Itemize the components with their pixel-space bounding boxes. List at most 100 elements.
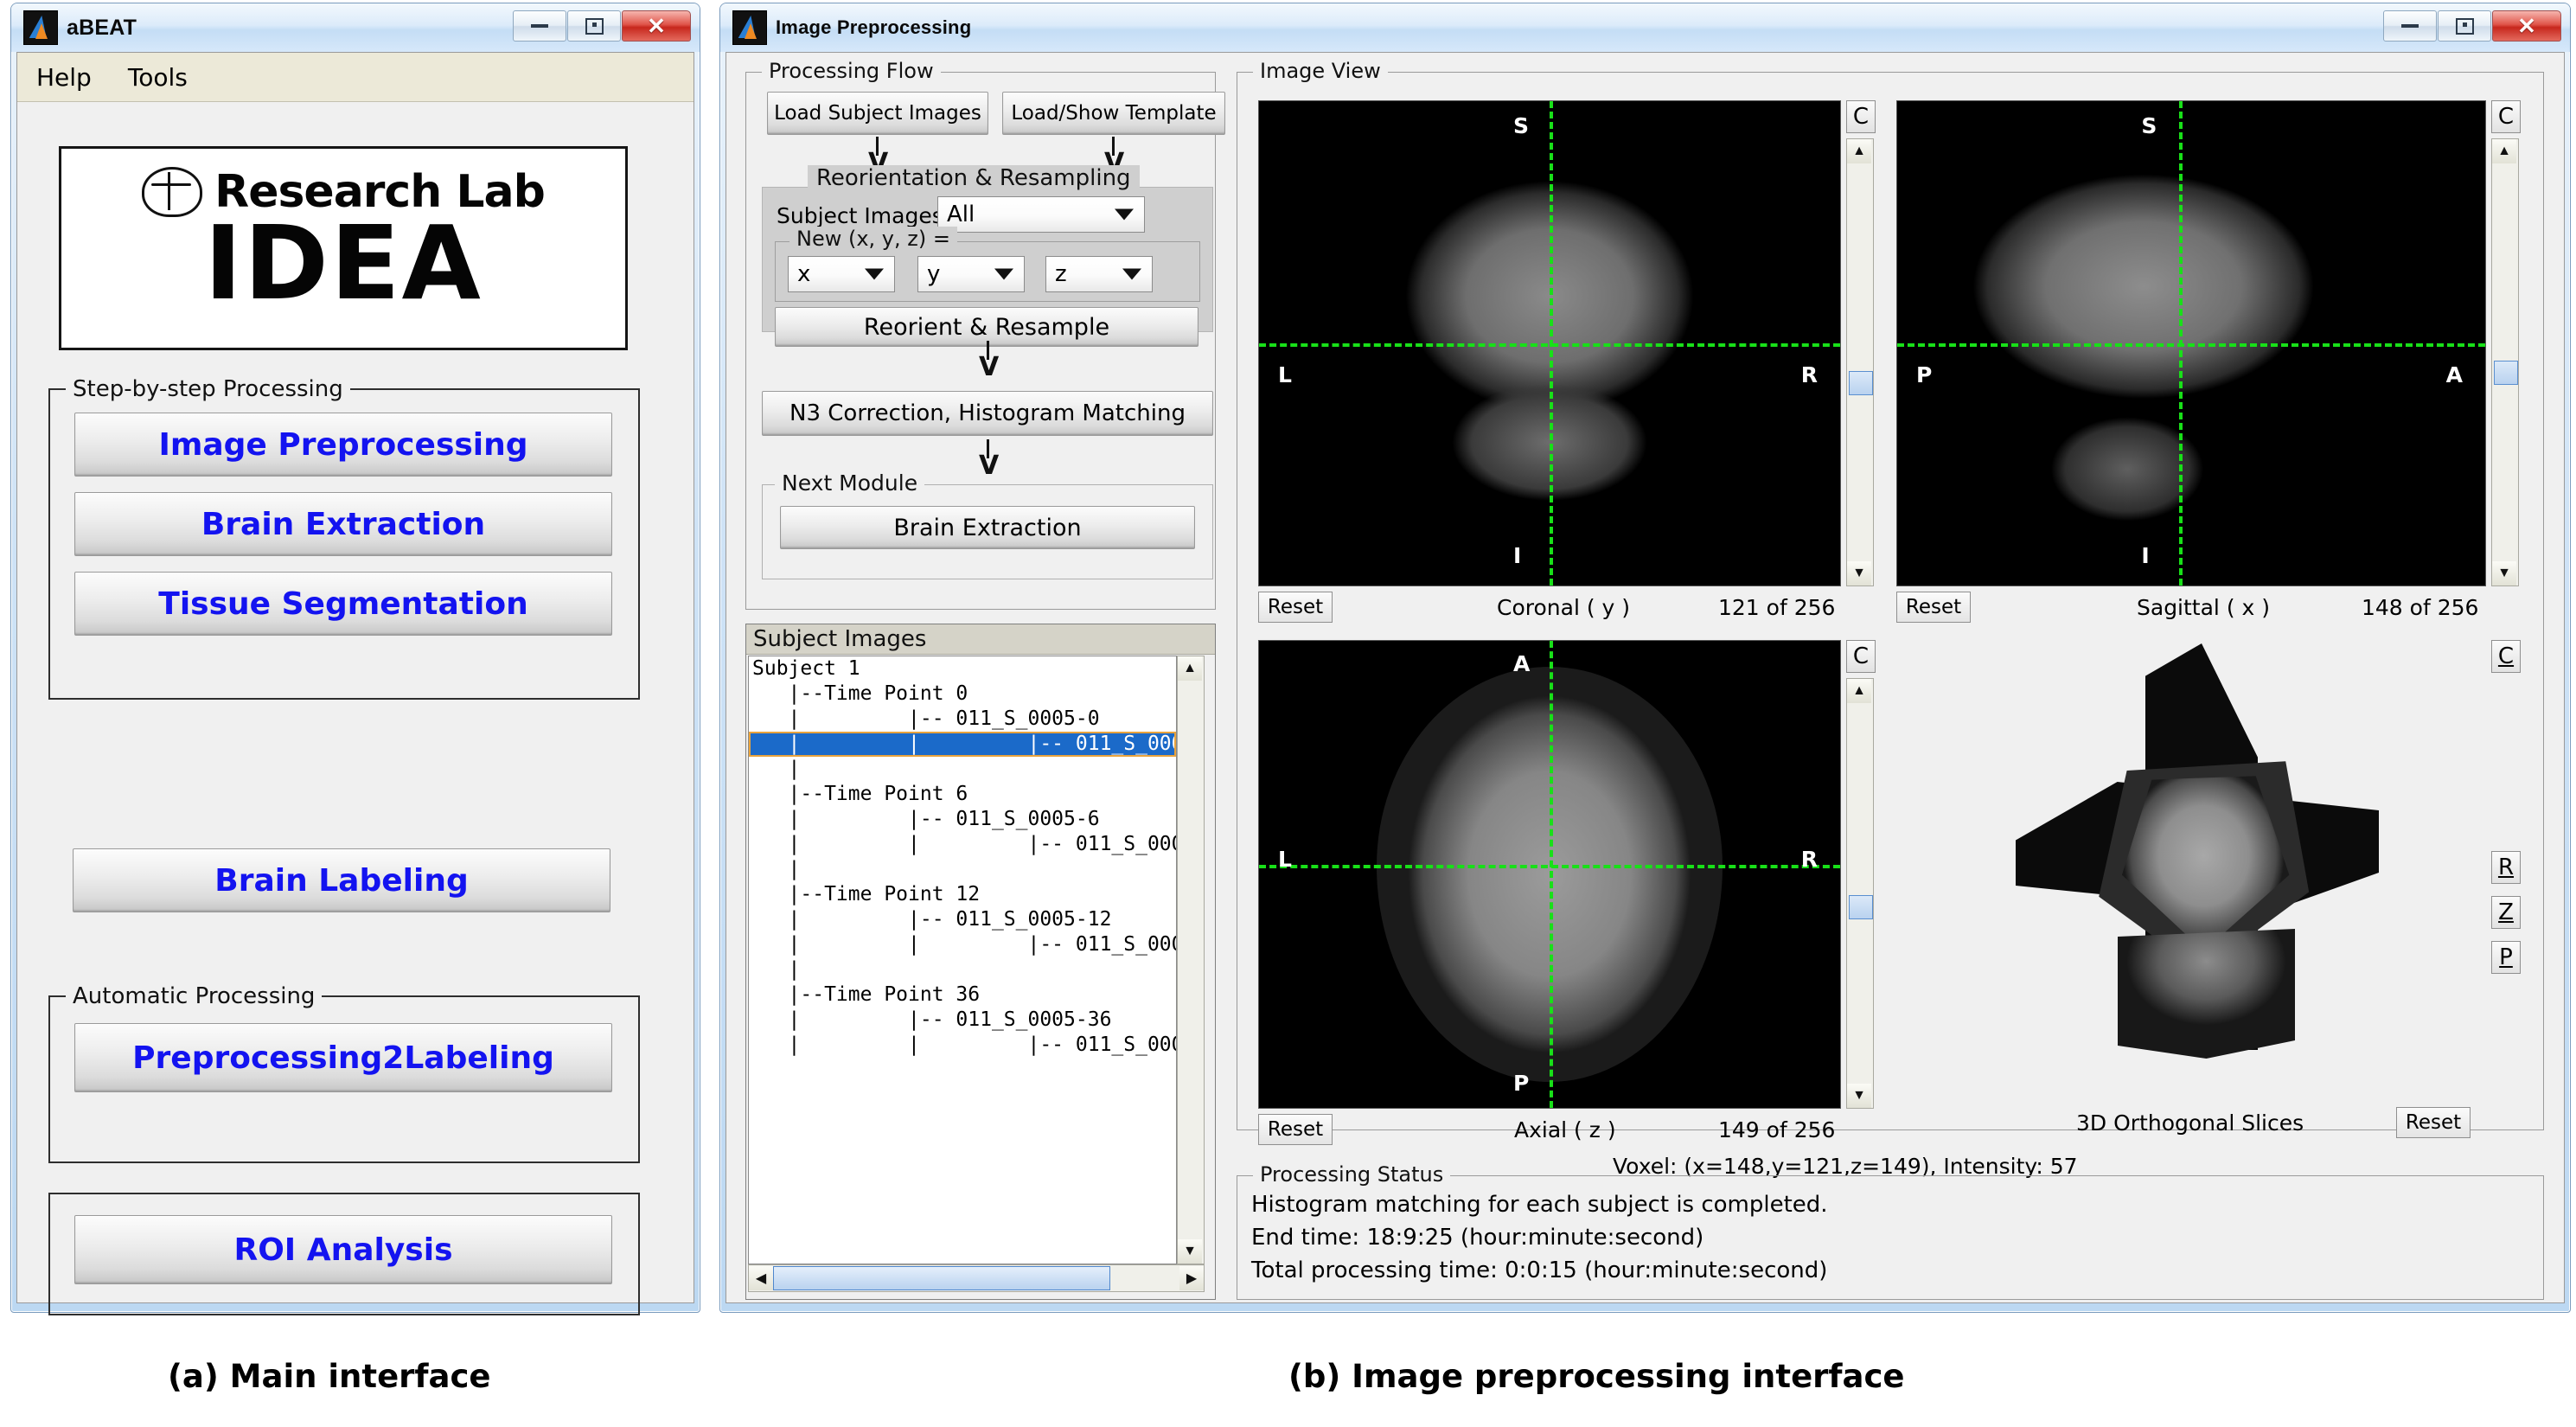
reorientation-panel: Reorientation & Resampling Subject Image…	[762, 165, 1213, 347]
close-button[interactable]: ✕	[622, 10, 691, 42]
menu-item-help[interactable]: Help	[36, 63, 92, 92]
window-controls: ✕	[512, 10, 691, 42]
brain-icon	[142, 167, 203, 217]
coronal-slice-index: 121 of 256	[1718, 595, 1836, 620]
scroll-up-arrow-icon[interactable]: ▲	[2492, 139, 2516, 163]
orthogonal-z-button[interactable]: Z	[2491, 896, 2521, 929]
subject-list-hscrollbar[interactable]: ◀ ▶	[748, 1264, 1205, 1292]
main-window-body: Help Tools Research Lab IDEA Step-by-ste…	[16, 52, 694, 1315]
coronal-crosshair-horizontal	[1259, 343, 1840, 347]
image-preprocessing-button[interactable]: Image Preprocessing	[74, 413, 612, 477]
subject-images-list[interactable]: Subject 1 |--Time Point 0 | |-- 011_S_00…	[748, 656, 1177, 1264]
orthogonal-reset-button[interactable]: Reset	[2396, 1107, 2471, 1138]
minimize-button[interactable]	[2383, 10, 2437, 42]
coronal-slider-thumb[interactable]	[1849, 371, 1873, 395]
axial-slider[interactable]: ▲ ▼	[1846, 678, 1874, 1109]
scroll-down-arrow-icon[interactable]: ▼	[2492, 561, 2516, 586]
sagittal-label: Sagittal ( x )	[2137, 595, 2271, 620]
axial-image[interactable]: A L R P	[1258, 640, 1841, 1109]
image-view-legend: Image View	[1253, 59, 1388, 83]
subject-list-item[interactable]: | | |-- 011_S_0005-12-reorie	[749, 932, 1176, 957]
sagittal-brain-render	[1964, 145, 2371, 561]
scroll-left-arrow-icon[interactable]: ◀	[749, 1266, 773, 1290]
load-subject-images-button[interactable]: Load Subject Images	[767, 92, 988, 135]
load-show-template-button[interactable]: Load/Show Template	[1002, 92, 1225, 135]
close-button[interactable]: ✕	[2492, 10, 2561, 42]
axis-z-select[interactable]: z	[1045, 256, 1153, 292]
scroll-right-arrow-icon[interactable]: ▶	[1179, 1266, 1204, 1290]
orientation-top: S	[2141, 113, 2157, 138]
n3-correction-button[interactable]: N3 Correction, Histogram Matching	[762, 391, 1213, 436]
orthogonal-label: 3D Orthogonal Slices	[2076, 1110, 2304, 1136]
subject-images-select[interactable]: All	[937, 196, 1145, 233]
axial-slider-thumb[interactable]	[1849, 895, 1873, 919]
orthogonal-c-button[interactable]: C	[2491, 640, 2521, 673]
coronal-slider[interactable]: ▲ ▼	[1846, 138, 1874, 586]
caption-a: (a) Main interface	[168, 1358, 491, 1395]
subject-list-item[interactable]: | | |-- 011_S_0005-6-reorien	[749, 832, 1176, 857]
orientation-top: A	[1513, 651, 1531, 676]
coronal-reset-button[interactable]: Reset	[1258, 592, 1333, 623]
orientation-right: R	[1800, 846, 1818, 872]
sagittal-slider-thumb[interactable]	[2494, 361, 2518, 385]
hscroll-thumb[interactable]	[773, 1266, 1110, 1290]
subject-list-item[interactable]: | | |-- 011_S_0005-0-reorien	[749, 732, 1176, 757]
scroll-up-arrow-icon[interactable]: ▲	[1847, 679, 1871, 703]
coronal-image[interactable]: S L R I	[1258, 100, 1841, 586]
subject-list-item[interactable]: |--Time Point 12	[749, 882, 1176, 907]
roi-analysis-button[interactable]: ROI Analysis	[74, 1215, 612, 1284]
orientation-right: R	[1800, 362, 1818, 387]
orthogonal-r-button[interactable]: R	[2491, 851, 2521, 884]
sagittal-reset-button[interactable]: Reset	[1896, 592, 1971, 623]
orientation-left: L	[1278, 362, 1292, 387]
orthogonal-p-button[interactable]: P	[2491, 941, 2521, 974]
subject-list-item[interactable]: | | |-- 011_S_0005-36-reorie	[749, 1033, 1176, 1058]
sagittal-slider[interactable]: ▲ ▼	[2491, 138, 2519, 586]
next-module-brain-extraction-button[interactable]: Brain Extraction	[780, 506, 1195, 549]
status-line-1: Histogram matching for each subject is c…	[1251, 1192, 1828, 1218]
subject-list-item[interactable]: | |-- 011_S_0005-6	[749, 807, 1176, 832]
axis-y-select[interactable]: y	[917, 256, 1025, 292]
subject-list-item[interactable]: |--Time Point 0	[749, 682, 1176, 707]
next-module-group: Next Module Brain Extraction	[762, 470, 1213, 579]
subject-list-item[interactable]: | |-- 011_S_0005-36	[749, 1008, 1176, 1033]
sagittal-c-button[interactable]: C	[2491, 100, 2521, 133]
axis-x-select[interactable]: x	[788, 256, 895, 292]
status-line-2: End time: 18:9:25 (hour:minute:second)	[1251, 1225, 1704, 1251]
step-by-step-legend: Step-by-step Processing	[66, 376, 350, 402]
maximize-button[interactable]	[567, 10, 621, 42]
menu-item-tools[interactable]: Tools	[128, 63, 188, 92]
subject-list-item[interactable]: |	[749, 857, 1176, 882]
subject-list-vscrollbar[interactable]: ▲ ▼	[1177, 656, 1205, 1264]
subject-list-item[interactable]: |--Time Point 36	[749, 982, 1176, 1008]
scroll-up-arrow-icon[interactable]: ▲	[1178, 656, 1202, 681]
brain-labeling-button[interactable]: Brain Labeling	[73, 848, 610, 912]
subject-images-value: All	[947, 202, 975, 227]
minimize-button[interactable]	[513, 10, 566, 42]
subject-list-item[interactable]: | |-- 011_S_0005-0	[749, 707, 1176, 732]
scroll-down-arrow-icon[interactable]: ▼	[1178, 1239, 1202, 1264]
subject-list-item[interactable]: |--Time Point 6	[749, 782, 1176, 807]
scroll-down-arrow-icon[interactable]: ▼	[1847, 1084, 1871, 1108]
preprocessing2labeling-button[interactable]: Preprocessing2Labeling	[74, 1023, 612, 1092]
flow-arrow: V	[979, 352, 1000, 382]
sagittal-image[interactable]: S P A I	[1896, 100, 2486, 586]
next-module-legend: Next Module	[775, 470, 925, 496]
maximize-button[interactable]	[2438, 10, 2491, 42]
tissue-segmentation-button[interactable]: Tissue Segmentation	[74, 572, 612, 636]
subject-list-item[interactable]: Subject 1	[749, 656, 1176, 682]
axial-c-button[interactable]: C	[1846, 640, 1876, 673]
axial-reset-button[interactable]: Reset	[1258, 1114, 1333, 1145]
step-by-step-group: Step-by-step Processing Image Preprocess…	[48, 376, 640, 700]
brain-extraction-button[interactable]: Brain Extraction	[74, 492, 612, 556]
orthogonal-3d-render[interactable]	[2016, 643, 2379, 1059]
subject-list-item[interactable]: | |-- 011_S_0005-12	[749, 907, 1176, 932]
idea-lab-logo: Research Lab IDEA	[59, 146, 628, 350]
subject-list-item[interactable]: |	[749, 957, 1176, 982]
scroll-down-arrow-icon[interactable]: ▼	[1847, 561, 1871, 586]
window-controls: ✕	[2382, 10, 2561, 42]
coronal-c-button[interactable]: C	[1846, 100, 1876, 133]
roi-analysis-group: ROI Analysis	[48, 1193, 640, 1315]
subject-list-item[interactable]: |	[749, 757, 1176, 782]
scroll-up-arrow-icon[interactable]: ▲	[1847, 139, 1871, 163]
